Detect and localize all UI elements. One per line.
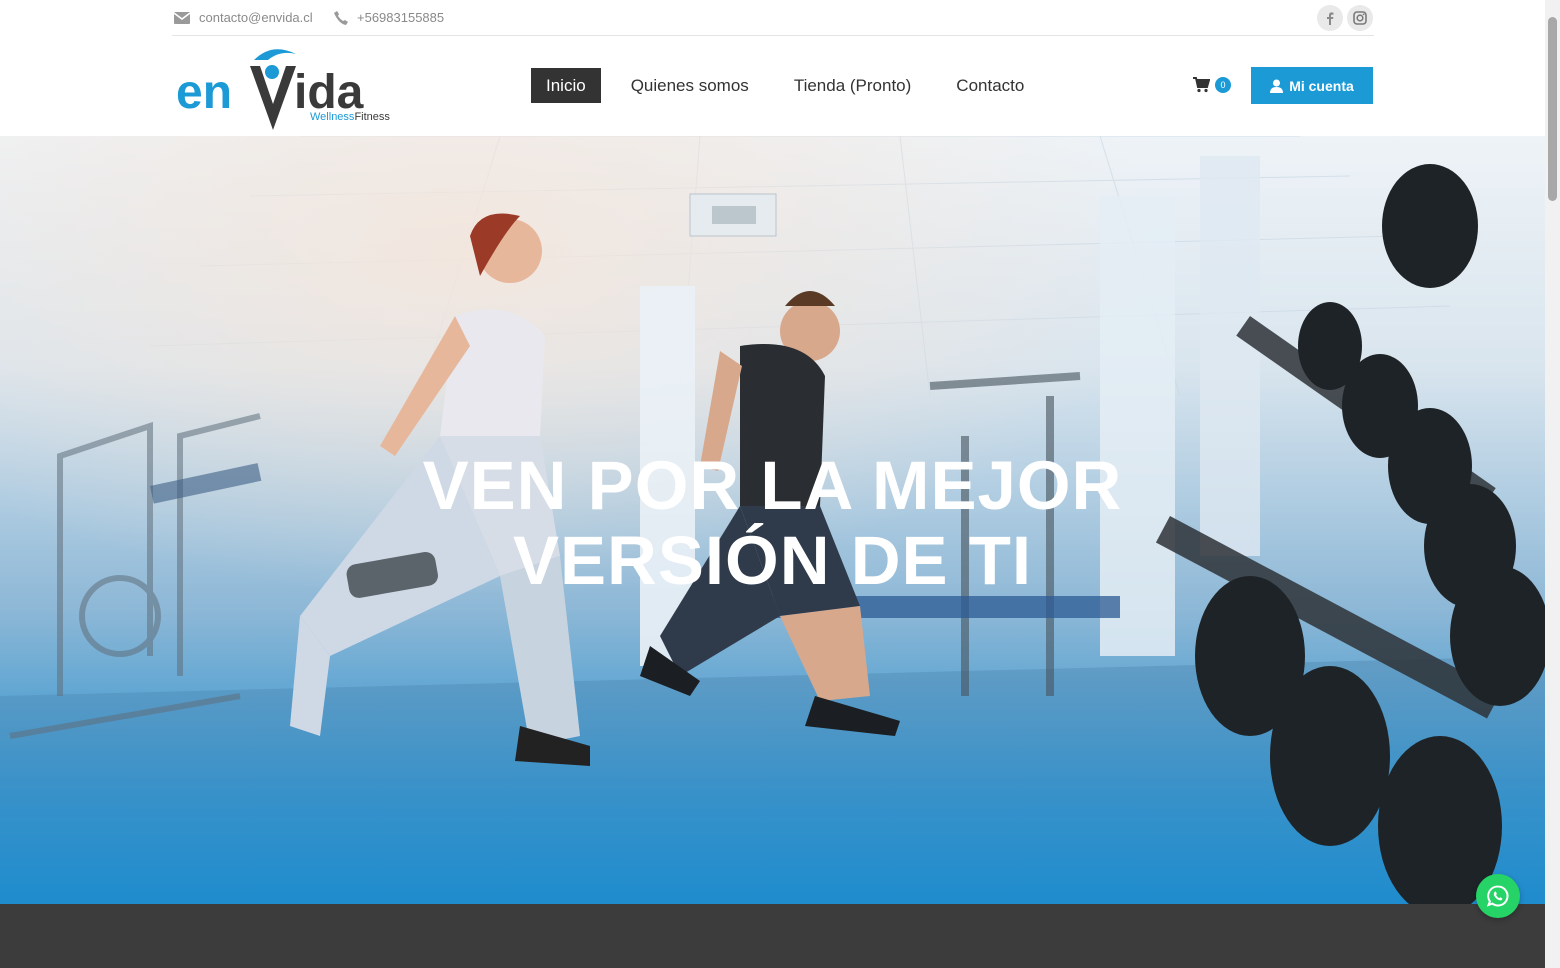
cart-icon — [1193, 77, 1210, 93]
whatsapp-button[interactable] — [1476, 874, 1520, 918]
main-nav: Inicio Quienes somos Tienda (Pronto) Con… — [531, 68, 1054, 103]
mail-icon — [174, 11, 190, 24]
whatsapp-icon — [1487, 885, 1509, 907]
hero-headline-line-1: VEN POR LA MEJOR — [422, 447, 1123, 524]
site-header: en ida WellnessFitness Inicio Quienes so… — [0, 36, 1545, 136]
facebook-icon — [1327, 11, 1334, 25]
email-text: contacto@envida.cl — [199, 10, 313, 25]
top-bar: contacto@envida.cl +56983155885 — [172, 0, 1374, 36]
facebook-button[interactable] — [1317, 5, 1343, 31]
hero-headline-line-2: VERSIÓN DE TI — [512, 522, 1033, 599]
my-account-label: Mi cuenta — [1289, 77, 1354, 94]
cart-button[interactable]: 0 — [1193, 77, 1231, 93]
site-logo[interactable]: en ida WellnessFitness — [176, 46, 401, 131]
user-icon — [1270, 79, 1284, 93]
nav-item-contacto[interactable]: Contacto — [941, 68, 1039, 103]
phone-text: +56983155885 — [357, 10, 445, 25]
phone-icon — [334, 10, 348, 25]
logo-subtitle: WellnessFitness — [310, 111, 390, 123]
envida-logo-icon: en ida WellnessFitness — [176, 49, 390, 130]
cart-count-badge: 0 — [1215, 77, 1231, 93]
logo-text-en: en — [176, 66, 232, 119]
nav-item-inicio[interactable]: Inicio — [531, 68, 601, 103]
page-scrollbar[interactable] — [1545, 0, 1560, 968]
instagram-button[interactable] — [1347, 5, 1373, 31]
dark-section — [0, 904, 1545, 968]
email-link[interactable]: contacto@envida.cl — [174, 10, 313, 25]
my-account-button[interactable]: Mi cuenta — [1251, 67, 1373, 104]
hero-headline: VEN POR LA MEJOR VERSIÓN DE TI — [0, 448, 1545, 598]
nav-item-quienes-somos[interactable]: Quienes somos — [616, 68, 764, 103]
phone-link[interactable]: +56983155885 — [334, 10, 444, 25]
scrollbar-thumb[interactable] — [1548, 17, 1557, 201]
nav-item-tienda[interactable]: Tienda (Pronto) — [779, 68, 926, 103]
hero-banner: VEN POR LA MEJOR VERSIÓN DE TI — [0, 136, 1545, 904]
instagram-icon — [1353, 11, 1367, 25]
